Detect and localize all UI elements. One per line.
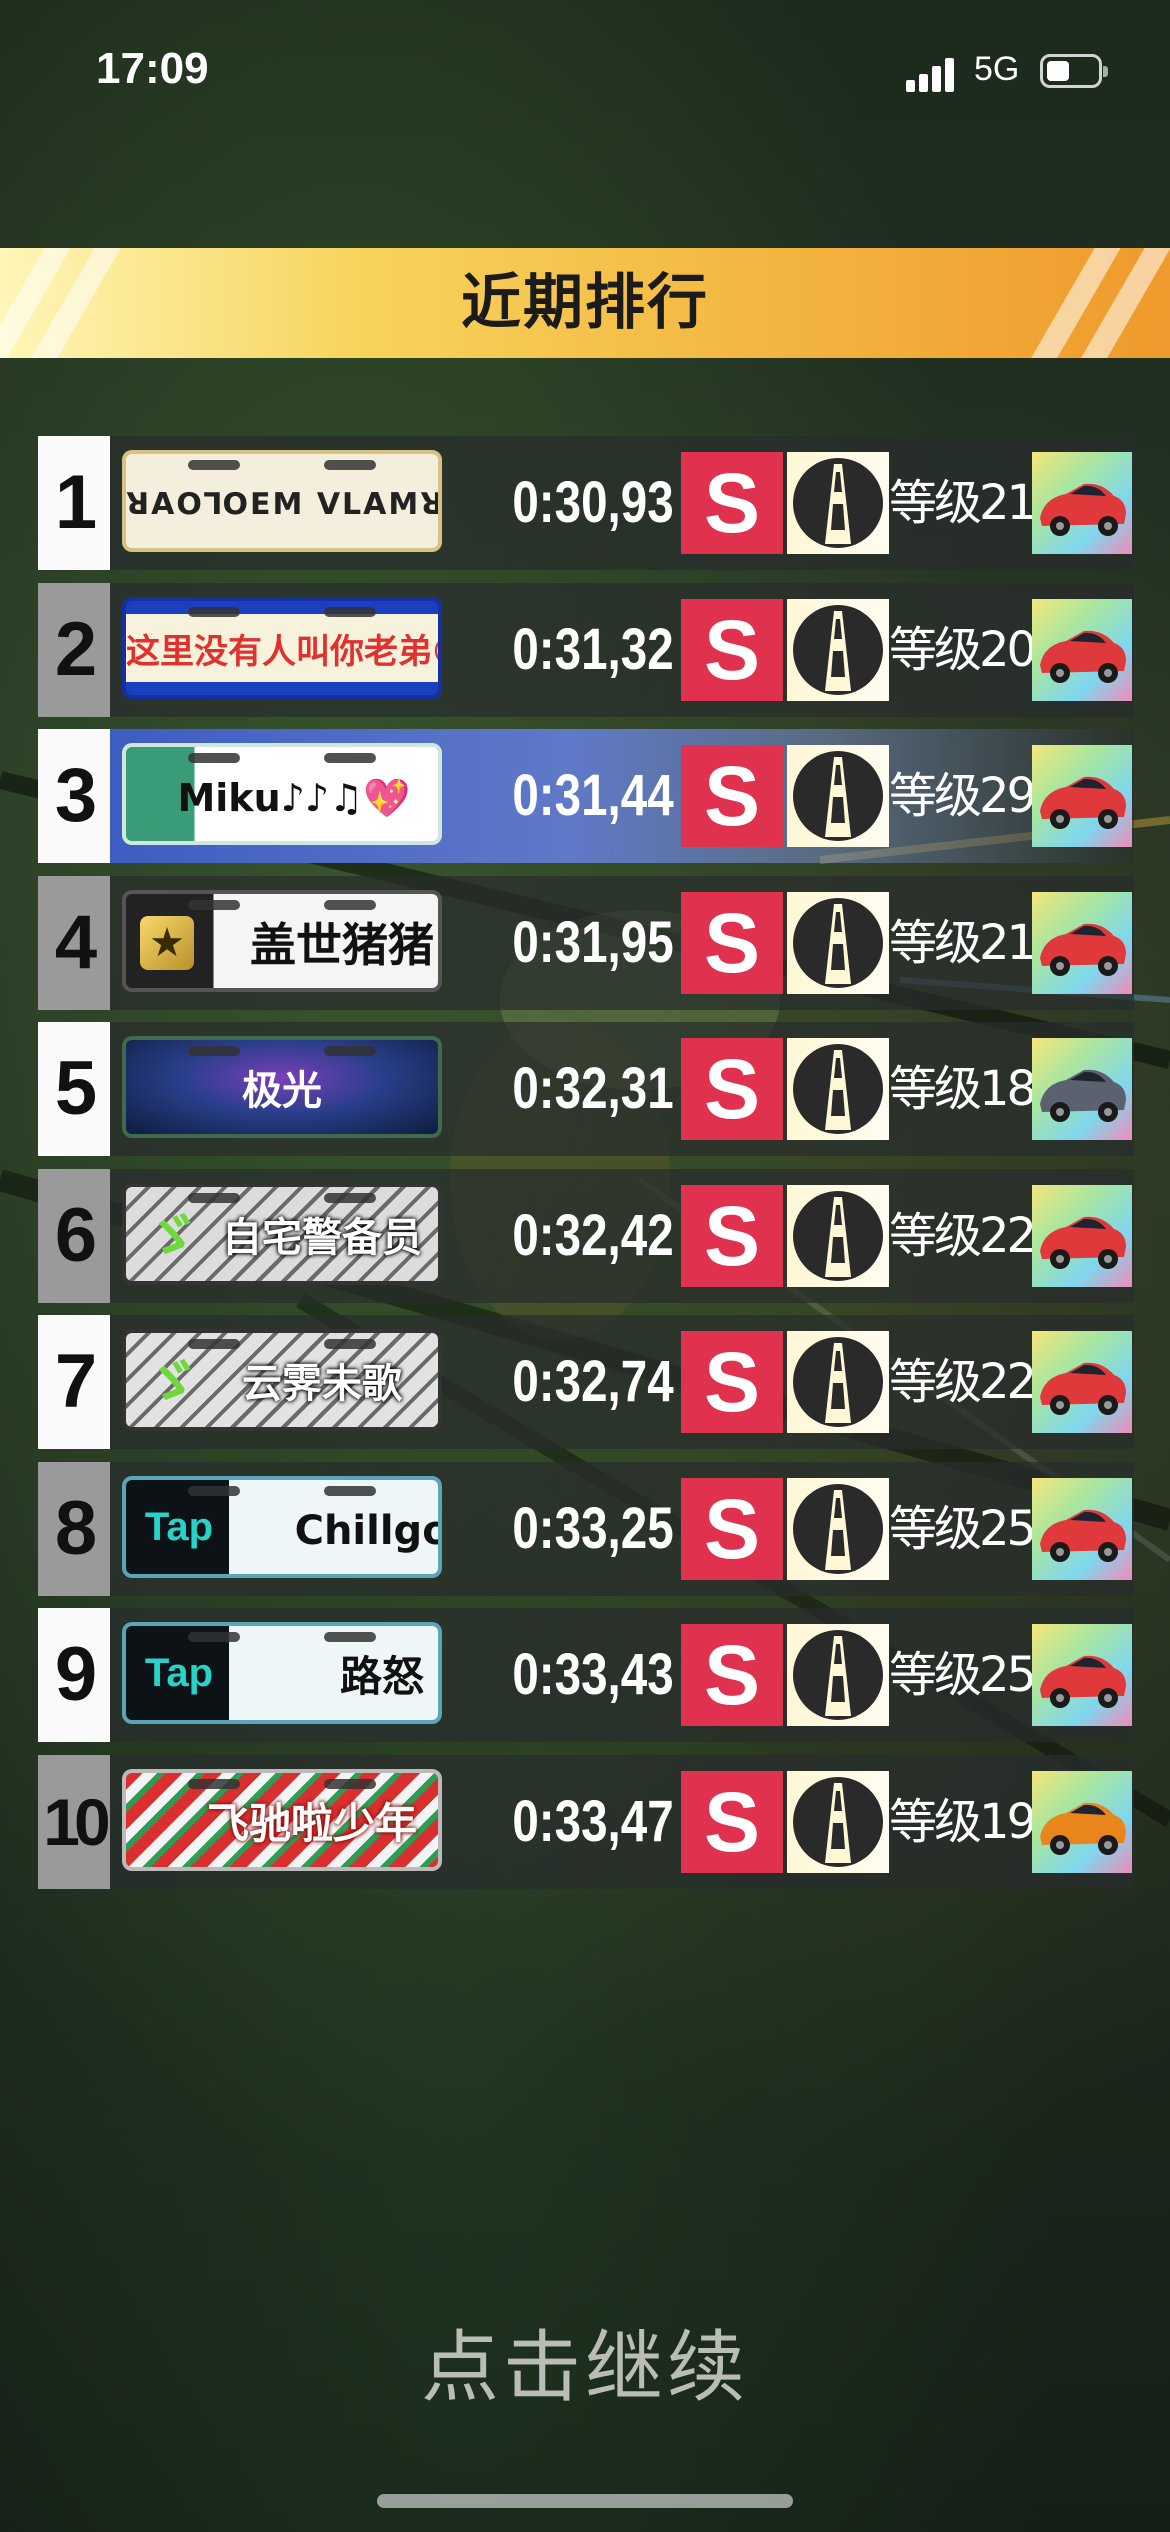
player-name: Miku♪♪♫💖 xyxy=(177,776,411,820)
player-name: 极光 xyxy=(242,1068,322,1114)
rank-number: 10 xyxy=(38,1754,111,1889)
player-nameplate: ゞ自宅警备员 xyxy=(122,1182,442,1285)
player-nameplate: 这里没有人叫你老弟😏 xyxy=(122,596,442,699)
car-thumbnail-icon xyxy=(1032,1477,1132,1580)
lap-time: 0:31,44 xyxy=(512,763,674,828)
car-thumbnail-icon xyxy=(1032,598,1132,701)
grade-badge: S xyxy=(681,1624,783,1726)
leaderboard-row[interactable]: 7 ゞ云霁未歌 0:32,74 S 等级22 xyxy=(38,1315,1134,1449)
rank-number: 4 xyxy=(38,875,110,1010)
rank-number: 6 xyxy=(38,1168,110,1303)
track-road-icon xyxy=(787,1331,889,1433)
status-time: 17:09 xyxy=(96,44,209,93)
grade-badge: S xyxy=(681,1038,783,1140)
leaderboard-row[interactable]: 9 Tap 路怒 0:33,43 S 等级25 xyxy=(38,1608,1134,1742)
player-name: 飞驰啦少年 xyxy=(206,1798,417,1848)
lap-time: 0:33,47 xyxy=(512,1788,674,1854)
grade-badge: S xyxy=(681,598,783,701)
car-thumbnail-icon xyxy=(1032,1770,1132,1873)
player-name: 盖世猪猪 xyxy=(250,917,434,972)
player-nameplate: 飞驰啦少年 xyxy=(122,1768,442,1871)
car-thumbnail-icon xyxy=(1032,1331,1132,1433)
home-indicator[interactable] xyxy=(377,2494,793,2508)
car-thumbnail-icon xyxy=(1032,1038,1132,1140)
track-road-icon xyxy=(787,1477,889,1580)
grade-badge: S xyxy=(681,1331,783,1433)
leaderboard-banner: 近期排行 xyxy=(0,248,1170,358)
player-nameplate: TapChillgor xyxy=(122,1475,442,1578)
lap-time: 0:32,31 xyxy=(512,1056,674,1121)
rank-number: 7 xyxy=(38,1315,110,1449)
track-road-icon xyxy=(787,891,889,994)
lap-time: 0:31,32 xyxy=(512,616,674,682)
grade-badge: S xyxy=(681,891,783,994)
player-name: Chillgor xyxy=(294,1507,438,1554)
player-nameplate: ꓤꓮꓳꓶꓳꓰꓟ ꓦꓡꓮꓟꓤꓮ 🐌 xyxy=(122,450,442,552)
track-road-icon xyxy=(787,452,889,554)
leaderboard-row[interactable]: 6 ゞ自宅警备员 0:32,42 S 等级22 xyxy=(38,1168,1134,1303)
track-road-icon xyxy=(787,598,889,701)
grade-badge: S xyxy=(681,452,783,554)
car-thumbnail-icon xyxy=(1032,1184,1132,1287)
cellular-signal-icon xyxy=(906,56,956,92)
car-thumbnail-icon xyxy=(1032,452,1132,554)
car-thumbnail-icon xyxy=(1032,745,1132,847)
player-name: ꓤꓮꓳꓶꓳꓰꓟ ꓦꓡꓮꓟꓤꓮ 🐌 xyxy=(126,487,438,522)
leaderboard-row[interactable]: 10 飞驰啦少年 0:33,47 S 等级19 xyxy=(38,1754,1134,1889)
track-road-icon xyxy=(787,1184,889,1287)
leaderboard-row[interactable]: 5 极光 0:32,31 S 等级18 xyxy=(38,1022,1134,1156)
grade-badge: S xyxy=(681,1770,783,1873)
network-type: 5G xyxy=(974,50,1020,88)
rank-number: 9 xyxy=(38,1608,110,1742)
rank-number: 1 xyxy=(38,436,110,570)
rank-number: 2 xyxy=(38,582,110,717)
leaderboard-row[interactable]: 2 这里没有人叫你老弟😏 0:31,32 S 等级20 xyxy=(38,582,1134,717)
leaderboard-row[interactable]: 4 ★ 盖世猪猪 0:31,95 S 等级21 xyxy=(38,875,1134,1010)
rank-number: 8 xyxy=(38,1461,110,1596)
tap-to-continue[interactable]: 点击继续 xyxy=(0,2305,1170,2417)
lap-time: 0:31,95 xyxy=(512,909,674,975)
lap-time: 0:32,74 xyxy=(512,1349,674,1414)
leaderboard-row[interactable]: 3 Miku♪♪♫💖 0:31,44 S 等级29 xyxy=(38,729,1134,863)
player-nameplate: ゞ云霁未歌 xyxy=(122,1329,442,1431)
player-name: 这里没有人叫你老弟😏 xyxy=(126,631,438,672)
lap-time: 0:30,93 xyxy=(512,470,674,535)
grade-badge: S xyxy=(681,1184,783,1287)
track-road-icon xyxy=(787,745,889,847)
player-name: 路怒 xyxy=(339,1652,424,1701)
leaderboard-row[interactable]: 8TapChillgor0:33,25S等级25 xyxy=(38,1461,1134,1596)
player-nameplate: ★ 盖世猪猪 xyxy=(122,889,442,992)
player-name: 自宅警备员 xyxy=(222,1214,422,1261)
grade-badge: S xyxy=(681,1477,783,1580)
track-road-icon xyxy=(787,1624,889,1726)
player-name: 云霁未歌 xyxy=(242,1361,402,1407)
player-nameplate: Miku♪♪♫💖 xyxy=(122,743,442,845)
battery-icon xyxy=(1040,54,1108,88)
rank-number: 5 xyxy=(38,1022,110,1156)
grade-badge: S xyxy=(681,745,783,847)
lap-time: 0:33,43 xyxy=(512,1642,674,1707)
status-bar: 17:09 5G xyxy=(0,0,1170,150)
lap-time: 0:33,25 xyxy=(512,1495,674,1561)
player-nameplate: 极光 xyxy=(122,1036,442,1138)
rank-number: 3 xyxy=(38,729,110,863)
page-title: 近期排行 xyxy=(461,268,709,338)
player-nameplate: Tap 路怒 xyxy=(122,1622,442,1724)
car-thumbnail-icon xyxy=(1032,891,1132,994)
car-thumbnail-icon xyxy=(1032,1624,1132,1726)
leaderboard-row[interactable]: 1ꓤꓮꓳꓶꓳꓰꓟ ꓦꓡꓮꓟꓤꓮ 🐌0:30,93S等级21 xyxy=(38,436,1134,570)
lap-time: 0:32,42 xyxy=(512,1202,674,1268)
track-road-icon xyxy=(787,1770,889,1873)
track-road-icon xyxy=(787,1038,889,1140)
